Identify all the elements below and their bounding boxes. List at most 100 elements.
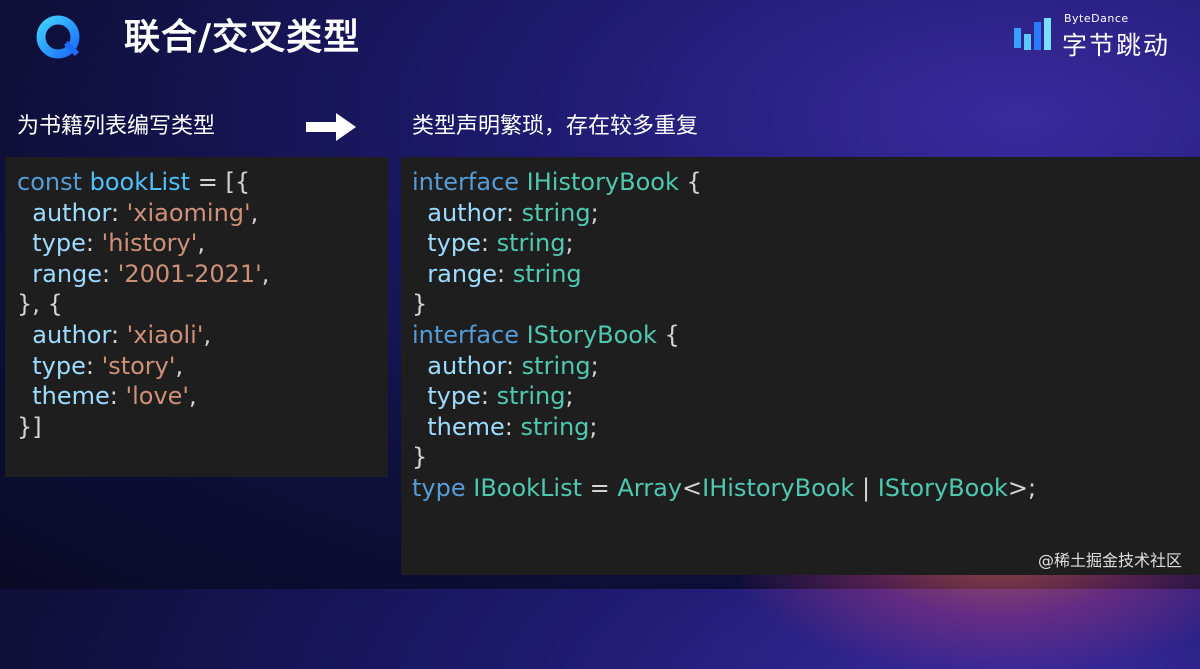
code-line: }, { [17,289,388,320]
code-token: range [17,259,103,288]
code-token: type [412,229,481,258]
code-token: : [505,198,522,227]
code-token: : [110,198,127,227]
code-line: } [412,289,1200,320]
code-token: IBookList [473,473,583,502]
code-token: : [497,259,513,288]
code-token: , [189,382,197,411]
code-token: : [504,412,521,441]
code-token: , [197,229,205,258]
code-token: string [521,198,591,227]
code-token: ; [590,351,599,380]
code-token: author [17,320,111,349]
code-token: IStoryBook [526,320,657,349]
left-caption: 为书籍列表编写类型 [17,114,216,139]
code-line: author: string; [412,198,1200,229]
code-token: range [412,259,498,288]
code-token: type [412,473,474,502]
code-block-book-list: const bookList = [{ author: 'xiaoming', … [5,157,388,477]
code-token: , [175,351,184,380]
code-token: : [480,229,497,258]
code-line: theme: 'love', [17,381,388,412]
code-token: 'history' [101,229,198,258]
right-arrow-icon [306,113,356,141]
code-token: IHistoryBook [526,168,679,196]
code-line: interface IStoryBook { [412,320,1200,351]
code-line: author: 'xiaoli', [17,320,388,351]
code-token: = [582,473,618,502]
code-token: ; [565,229,574,258]
code-line: interface IHistoryBook { [412,167,1200,198]
code-token: < [682,473,703,502]
code-line: theme: string; [412,412,1200,443]
code-token: theme [412,412,505,441]
code-token: string [521,351,591,380]
code-token: = [{ [190,168,251,196]
code-token: : [85,229,102,258]
code-line: type: 'history', [17,228,388,259]
code-token: : [110,320,127,349]
code-token: } [412,443,428,472]
code-line: author: 'xiaoming', [17,198,388,229]
code-block-interfaces: interface IHistoryBook { author: string;… [401,157,1200,575]
code-token: 'story' [101,351,176,380]
code-token: : [109,382,126,411]
bytedance-bars-icon [1014,18,1051,50]
code-token: author [412,351,506,380]
right-caption: 类型声明繁琐，存在较多重复 [412,114,699,139]
code-token: , [261,259,270,288]
code-token: 'xiaoli' [126,320,204,349]
code-token: author [17,198,111,227]
code-token: const [17,168,90,196]
code-line: type: 'story', [17,351,388,382]
code-token: { [678,168,702,196]
code-token: string [520,412,590,441]
code-token: theme [17,382,110,411]
code-line: } [412,442,1200,473]
code-line: const bookList = [{ [17,167,388,198]
code-token: : [85,351,102,380]
code-line: range: string [412,259,1200,290]
code-token: ; [590,198,599,227]
code-token: bookList [89,168,191,196]
bytedance-brand: ByteDance 字节跳动 [1014,12,1182,60]
brand-name-chinese: 字节跳动 [1062,31,1171,60]
code-token: 'xiaoming' [126,198,251,227]
code-token: } [412,290,428,319]
code-token: 'love' [125,382,190,411]
page-title: 联合/交叉类型 [124,17,361,58]
q-ring-logo-icon [36,15,80,59]
code-token: string [512,259,582,288]
code-token: type [17,351,86,380]
code-token: { [656,320,680,349]
code-token: IStoryBook [877,473,1008,502]
code-token: : [505,351,522,380]
code-token: | [854,473,878,502]
footer-credit: @稀土掘金技术社区 [1037,551,1182,570]
code-token: : [102,259,118,288]
code-line: }] [17,412,388,443]
code-token: string [496,229,566,258]
code-token: type [17,229,86,258]
code-token: Array [617,473,683,502]
code-token: : [480,382,497,411]
code-token: }] [17,412,42,441]
code-token: '2001-2021' [117,259,262,288]
code-token: interface [412,168,527,196]
code-token: IHistoryBook [702,473,855,502]
code-line: type: string; [412,381,1200,412]
code-line: author: string; [412,351,1200,382]
code-line: type: string; [412,228,1200,259]
code-token: author [412,198,506,227]
code-token: interface [412,320,527,349]
code-token: ; [589,412,598,441]
code-token: string [496,382,566,411]
code-line: type IBookList = Array<IHistoryBook | IS… [412,473,1200,504]
code-token: >; [1007,473,1037,502]
code-token: }, { [17,290,63,319]
code-token: ; [565,382,574,411]
code-token: , [250,198,259,227]
brand-name-latin: ByteDance [1064,12,1129,25]
code-token: type [412,382,481,411]
code-token: , [203,320,212,349]
